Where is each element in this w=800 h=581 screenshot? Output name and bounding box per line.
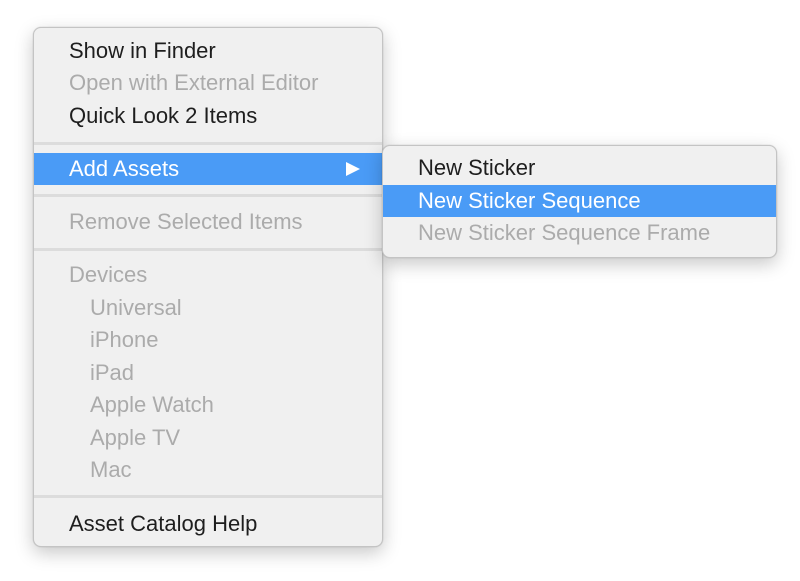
- menu-item-remove-selected: Remove Selected Items: [69, 209, 303, 234]
- menu-item-asset-catalog-help[interactable]: Asset Catalog Help: [34, 508, 382, 540]
- add-assets-submenu: New Sticker New Sticker Sequence New Sti…: [382, 145, 777, 258]
- submenu-item-new-sticker[interactable]: New Sticker: [383, 152, 776, 184]
- menu-item-device-universal: Universal: [90, 295, 182, 320]
- menu-separator: [34, 495, 382, 498]
- menu-item-device-iphone: iPhone: [90, 327, 159, 352]
- menu-item-device-ipad: iPad: [90, 360, 135, 385]
- submenu-item-new-sticker-sequence-frame: New Sticker Sequence Frame: [418, 220, 711, 245]
- menu-item-open-external-editor: Open with External Editor: [69, 70, 319, 95]
- menu-item-device-mac: Mac: [90, 457, 132, 482]
- menu-separator: [34, 142, 382, 145]
- menu-item-label: Add Assets: [69, 156, 180, 181]
- triangle-right-icon: [346, 162, 360, 176]
- submenu-item-new-sticker-sequence[interactable]: New Sticker Sequence: [383, 185, 776, 217]
- menu-item-quick-look[interactable]: Quick Look 2 Items: [34, 100, 382, 132]
- menu-item-device-apple-watch: Apple Watch: [90, 392, 214, 417]
- menu-separator: [34, 248, 382, 251]
- menu-header-devices: Devices: [69, 262, 148, 287]
- menu-separator: [34, 194, 382, 197]
- menu-item-device-apple-tv: Apple TV: [90, 425, 181, 450]
- context-menu: Show in Finder Open with External Editor…: [33, 27, 383, 547]
- menu-item-add-assets[interactable]: Add Assets: [34, 153, 382, 185]
- menu-item-show-in-finder[interactable]: Show in Finder: [34, 35, 382, 67]
